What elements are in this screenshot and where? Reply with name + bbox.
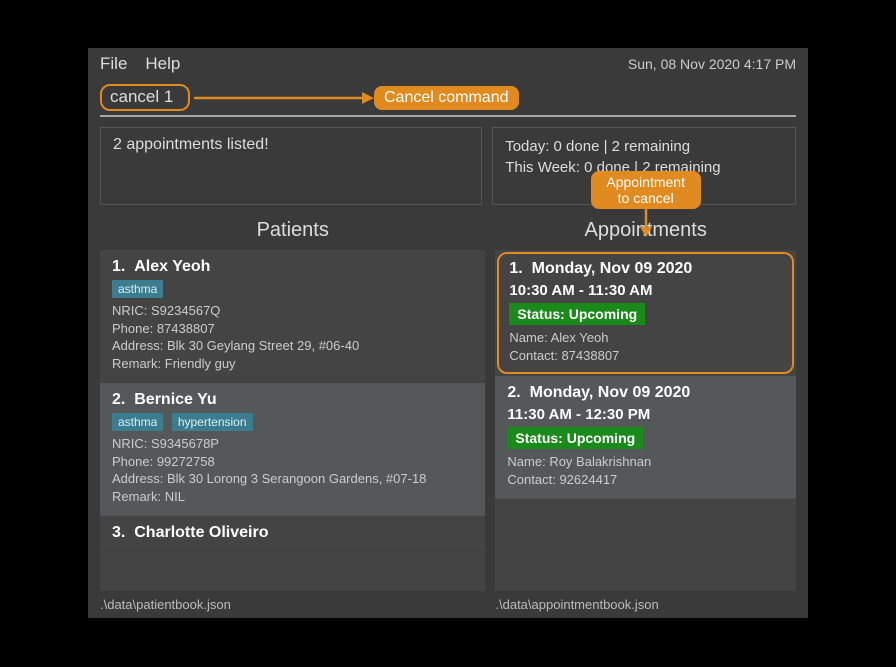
patient-tags: asthma hypertension <box>112 413 473 431</box>
tag: asthma <box>112 280 163 298</box>
appointments-list[interactable]: 1. Monday, Nov 09 2020 10:30 AM - 11:30 … <box>495 250 796 591</box>
patient-card[interactable]: 2. Bernice Yu asthma hypertension NRIC: … <box>100 383 485 516</box>
patient-nric: NRIC: S9234567Q <box>112 302 473 320</box>
patient-card[interactable]: 3. Charlotte Oliveiro <box>100 516 485 551</box>
appointment-contact: Contact: 87438807 <box>509 347 782 365</box>
appointment-time: 11:30 AM - 12:30 PM <box>507 406 784 423</box>
patient-card[interactable]: 1. Alex Yeoh asthma NRIC: S9234567Q Phon… <box>100 250 485 383</box>
result-display: 2 appointments listed! <box>100 127 482 205</box>
appointment-to-cancel-callout: Appointment to cancel <box>591 171 701 209</box>
appointment-date: 2. Monday, Nov 09 2020 <box>507 384 784 402</box>
appointment-card-highlighted[interactable]: 1. Monday, Nov 09 2020 10:30 AM - 11:30 … <box>497 252 794 374</box>
status-badge: Status: Upcoming <box>509 303 645 325</box>
menu-file[interactable]: File <box>100 54 127 74</box>
appointment-name: Name: Alex Yeoh <box>509 329 782 347</box>
appointment-contact: Contact: 92624417 <box>507 471 784 489</box>
patient-address: Address: Blk 30 Lorong 3 Serangoon Garde… <box>112 470 473 488</box>
menubar: File Help Sun, 08 Nov 2020 4:17 PM <box>88 48 808 80</box>
patients-list[interactable]: 1. Alex Yeoh asthma NRIC: S9234567Q Phon… <box>100 250 485 591</box>
patient-remark: Remark: NIL <box>112 488 473 506</box>
patient-phone: Phone: 87438807 <box>112 320 473 338</box>
status-badge: Status: Upcoming <box>507 427 643 449</box>
footer-row: .\data\patientbook.json .\data\appointme… <box>88 591 808 618</box>
patients-panel: Patients 1. Alex Yeoh asthma NRIC: S9234… <box>100 215 485 591</box>
tag: asthma <box>112 413 163 431</box>
app-window: File Help Sun, 08 Nov 2020 4:17 PM Cance… <box>88 48 808 618</box>
appointment-date: 1. Monday, Nov 09 2020 <box>509 260 782 278</box>
patient-remark: Remark: Friendly guy <box>112 355 473 373</box>
footer-patient-path: .\data\patientbook.json <box>100 597 485 612</box>
result-text: 2 appointments listed! <box>113 136 269 153</box>
patient-phone: Phone: 99272758 <box>112 453 473 471</box>
command-row: Cancel command <box>88 80 808 111</box>
patient-name: 2. Bernice Yu <box>112 391 473 409</box>
tag: hypertension <box>172 413 253 431</box>
appointments-panel: Appointment to cancel Appointments 1. Mo… <box>495 215 796 591</box>
patient-name: 3. Charlotte Oliveiro <box>112 524 473 542</box>
arrow-down-icon <box>638 209 654 237</box>
arrow-right-icon <box>194 88 374 108</box>
summary-today: Today: 0 done | 2 remaining <box>505 136 783 157</box>
clock-label: Sun, 08 Nov 2020 4:17 PM <box>628 56 796 72</box>
command-input[interactable] <box>110 87 180 107</box>
menu-help[interactable]: Help <box>145 54 180 74</box>
patient-address: Address: Blk 30 Geylang Street 29, #06-4… <box>112 337 473 355</box>
appointment-time: 10:30 AM - 11:30 AM <box>509 282 782 299</box>
main-row: Patients 1. Alex Yeoh asthma NRIC: S9234… <box>88 205 808 591</box>
patients-title: Patients <box>100 215 485 250</box>
appointment-name: Name: Roy Balakrishnan <box>507 453 784 471</box>
footer-appointment-path: .\data\appointmentbook.json <box>495 597 796 612</box>
appointment-card[interactable]: 2. Monday, Nov 09 2020 11:30 AM - 12:30 … <box>495 376 796 499</box>
patient-name: 1. Alex Yeoh <box>112 258 473 276</box>
patient-nric: NRIC: S9345678P <box>112 435 473 453</box>
cancel-command-callout: Cancel command <box>374 86 519 110</box>
command-input-highlight <box>100 84 190 111</box>
patient-tags: asthma <box>112 280 473 298</box>
